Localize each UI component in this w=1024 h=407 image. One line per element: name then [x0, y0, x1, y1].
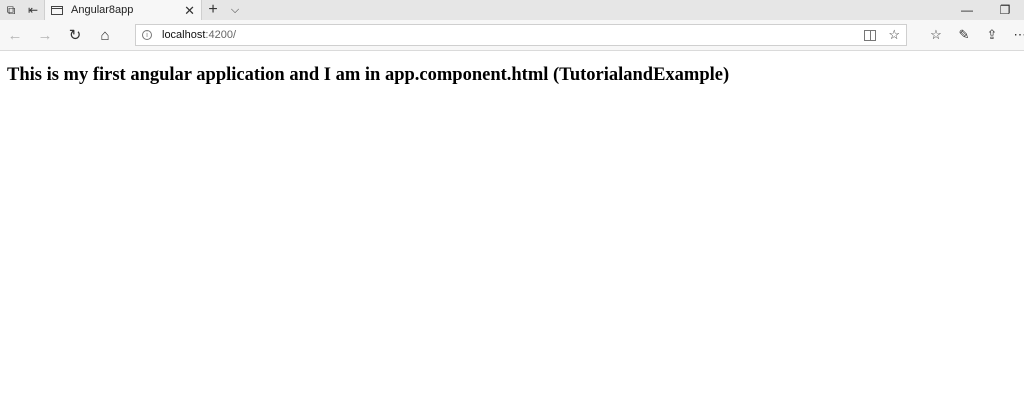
tab-strip: ⧉ ⇤ Angular8app ✕ + ⌵ — ❐ — [0, 0, 1024, 20]
tab-angular8app[interactable]: Angular8app ✕ — [44, 0, 202, 20]
url-text[interactable]: localhost:4200/ — [162, 29, 864, 41]
info-icon[interactable]: i — [142, 30, 152, 40]
home-icon[interactable]: ⌂ — [90, 27, 120, 44]
refresh-icon[interactable]: ↻ — [60, 26, 90, 44]
tabs-aside-icon[interactable]: ⧉ — [0, 0, 22, 20]
page-content: This is my first angular application and… — [0, 51, 1024, 100]
address-bar[interactable]: i localhost:4200/ ☆ — [135, 24, 907, 46]
tab-preview-chevron-icon[interactable]: ⌵ — [224, 0, 246, 20]
window-controls: — ❐ — [948, 0, 1024, 20]
page-heading: This is my first angular application and… — [7, 65, 730, 85]
share-icon[interactable]: ⇪ — [978, 20, 1006, 50]
new-tab-button[interactable]: + — [202, 0, 224, 20]
more-icon[interactable]: ⋯ — [1006, 20, 1024, 50]
forward-icon[interactable]: → — [30, 27, 60, 44]
navigation-toolbar: ← → ↻ ⌂ i localhost:4200/ ☆ ☆ ✎ ⇪ ⋯ — [0, 20, 1024, 51]
close-tab-icon[interactable]: ✕ — [184, 4, 195, 17]
star-icon[interactable]: ☆ — [888, 27, 900, 43]
page-icon — [51, 5, 63, 15]
url-port-path: :4200/ — [205, 29, 237, 41]
reading-view-icon[interactable] — [864, 29, 877, 41]
back-icon[interactable]: ← — [0, 27, 30, 44]
pen-icon[interactable]: ✎ — [950, 20, 978, 50]
url-host: localhost — [162, 29, 206, 41]
minimize-button[interactable]: — — [948, 0, 986, 20]
restore-button[interactable]: ❐ — [986, 0, 1024, 20]
favorites-hub-icon[interactable]: ☆ — [922, 20, 950, 50]
tab-title: Angular8app — [71, 4, 134, 16]
set-tabs-aside-icon[interactable]: ⇤ — [22, 0, 44, 20]
right-tools: ☆ ✎ ⇪ ⋯ — [922, 20, 1024, 50]
